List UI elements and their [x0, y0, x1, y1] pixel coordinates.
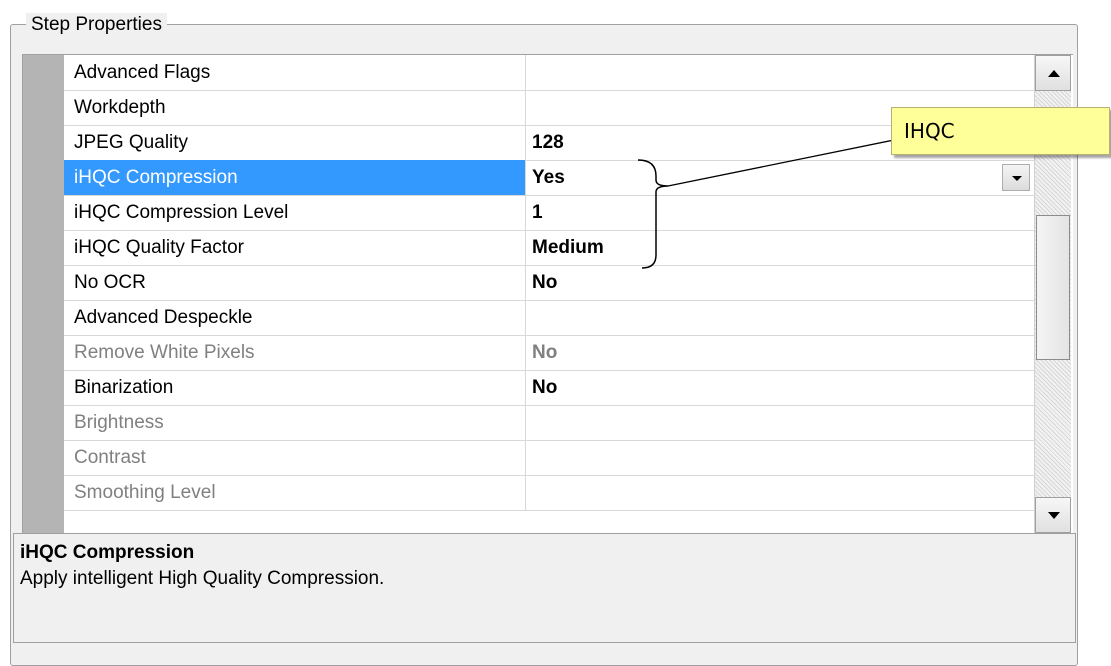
annotation-callout: IHQC	[891, 107, 1110, 155]
property-name: iHQC Compression	[64, 160, 526, 195]
property-value	[527, 440, 1034, 475]
property-value-select[interactable]: Yes	[527, 160, 1034, 195]
property-row-brightness: Brightness	[64, 405, 1034, 441]
property-row-ihqc-compression-level[interactable]: iHQC Compression Level 1	[64, 195, 1034, 231]
property-name: Contrast	[64, 440, 526, 475]
property-value	[527, 475, 1034, 510]
property-value	[527, 405, 1034, 440]
property-value[interactable]: Medium	[527, 230, 1034, 265]
property-row-ihqc-quality-factor[interactable]: iHQC Quality Factor Medium	[64, 230, 1034, 266]
property-row-ihqc-compression[interactable]: iHQC Compression Yes	[64, 160, 1034, 196]
property-row-no-ocr[interactable]: No OCR No	[64, 265, 1034, 301]
property-name: Advanced Despeckle	[64, 300, 526, 335]
property-row-remove-white-pixels: Remove White Pixels No	[64, 335, 1034, 371]
arrow-up-icon	[1048, 70, 1060, 77]
property-value: Yes	[532, 167, 565, 188]
property-value	[527, 300, 1034, 335]
property-name: JPEG Quality	[64, 125, 526, 160]
scrollbar-thumb[interactable]	[1036, 215, 1070, 360]
description-text: Apply intelligent High Quality Compressi…	[20, 568, 385, 589]
description-panel: iHQC Compression Apply intelligent High …	[13, 533, 1076, 643]
property-name: No OCR	[64, 265, 526, 300]
property-value[interactable]: No	[527, 265, 1034, 300]
property-name: iHQC Compression Level	[64, 195, 526, 230]
description-title: iHQC Compression	[20, 542, 195, 563]
arrow-down-icon	[1048, 512, 1060, 519]
property-value[interactable]: 1	[527, 195, 1034, 230]
property-value: No	[532, 342, 558, 363]
property-name: Remove White Pixels	[64, 335, 526, 370]
property-name: Advanced Flags	[64, 55, 526, 90]
property-row-workdepth[interactable]: Workdepth	[64, 90, 1034, 126]
scroll-up-button[interactable]	[1035, 55, 1071, 91]
property-row-jpeg-quality[interactable]: JPEG Quality 128	[64, 125, 1034, 161]
row-gutter	[23, 55, 64, 533]
property-row-contrast: Contrast	[64, 440, 1034, 476]
group-title: Step Properties	[26, 13, 167, 37]
property-row-smoothing-level: Smoothing Level	[64, 475, 1034, 511]
property-name: iHQC Quality Factor	[64, 230, 526, 265]
property-row-advanced-flags[interactable]: Advanced Flags	[64, 55, 1034, 91]
dropdown-button[interactable]	[1002, 164, 1030, 191]
property-row-binarization[interactable]: Binarization No	[64, 370, 1034, 406]
property-name: Binarization	[64, 370, 526, 405]
property-value	[527, 55, 1034, 90]
property-name: Smoothing Level	[64, 475, 526, 510]
property-row-advanced-despeckle[interactable]: Advanced Despeckle	[64, 300, 1034, 336]
property-value[interactable]: No	[527, 370, 1034, 405]
callout-label: IHQC	[904, 119, 955, 143]
property-name: Brightness	[64, 405, 526, 440]
scroll-down-button[interactable]	[1035, 497, 1071, 533]
chevron-down-icon	[1012, 176, 1022, 181]
property-name: Workdepth	[64, 90, 526, 125]
